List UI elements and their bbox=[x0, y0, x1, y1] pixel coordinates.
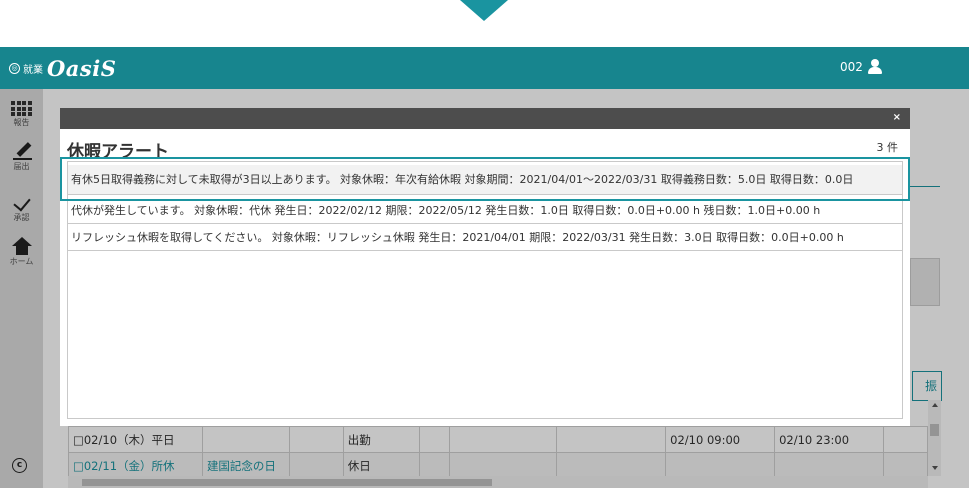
dialog-title: 休暇アラート bbox=[67, 142, 169, 162]
dialog-titlebar: × bbox=[60, 108, 910, 129]
alert-count: 3 件 bbox=[876, 141, 899, 154]
logo-mark-icon: ◎ bbox=[9, 62, 20, 74]
alert-item[interactable]: 代休が発生しています。 対象休暇：代休 発生日：2022/02/12 期限：20… bbox=[68, 197, 902, 224]
app-screen: ◎ 就業 OasiS 002 報告 届出 承認 ホーム c 振 □02/10（木… bbox=[0, 0, 969, 488]
vacation-alert-dialog: × 休暇アラート 3 件 有休5日取得義務に対して未取得が3日以上あります。 対… bbox=[60, 108, 910, 426]
alert-item[interactable]: 有休5日取得義務に対して未取得が3日以上あります。 対象休暇：年次有給休暇 対象… bbox=[68, 165, 902, 195]
alert-item[interactable]: リフレッシュ休暇を取得してください。 対象休暇：リフレッシュ休暇 発生日：202… bbox=[68, 224, 902, 251]
highlight-connector bbox=[890, 199, 910, 201]
pointer-arrow bbox=[460, 0, 508, 21]
logo-sub-text: 就業 bbox=[23, 64, 43, 76]
alert-list: 有休5日取得義務に対して未取得が3日以上あります。 対象休暇：年次有給休暇 対象… bbox=[67, 161, 903, 419]
close-icon[interactable]: × bbox=[893, 112, 901, 124]
user-id: 002 bbox=[840, 59, 863, 74]
app-header: ◎ 就業 OasiS 002 bbox=[0, 47, 969, 89]
logo-main-text: OasiS bbox=[47, 55, 117, 81]
user-icon bbox=[867, 59, 882, 74]
user-menu[interactable]: 002 bbox=[840, 59, 882, 74]
app-logo[interactable]: ◎ 就業 OasiS bbox=[9, 55, 116, 81]
